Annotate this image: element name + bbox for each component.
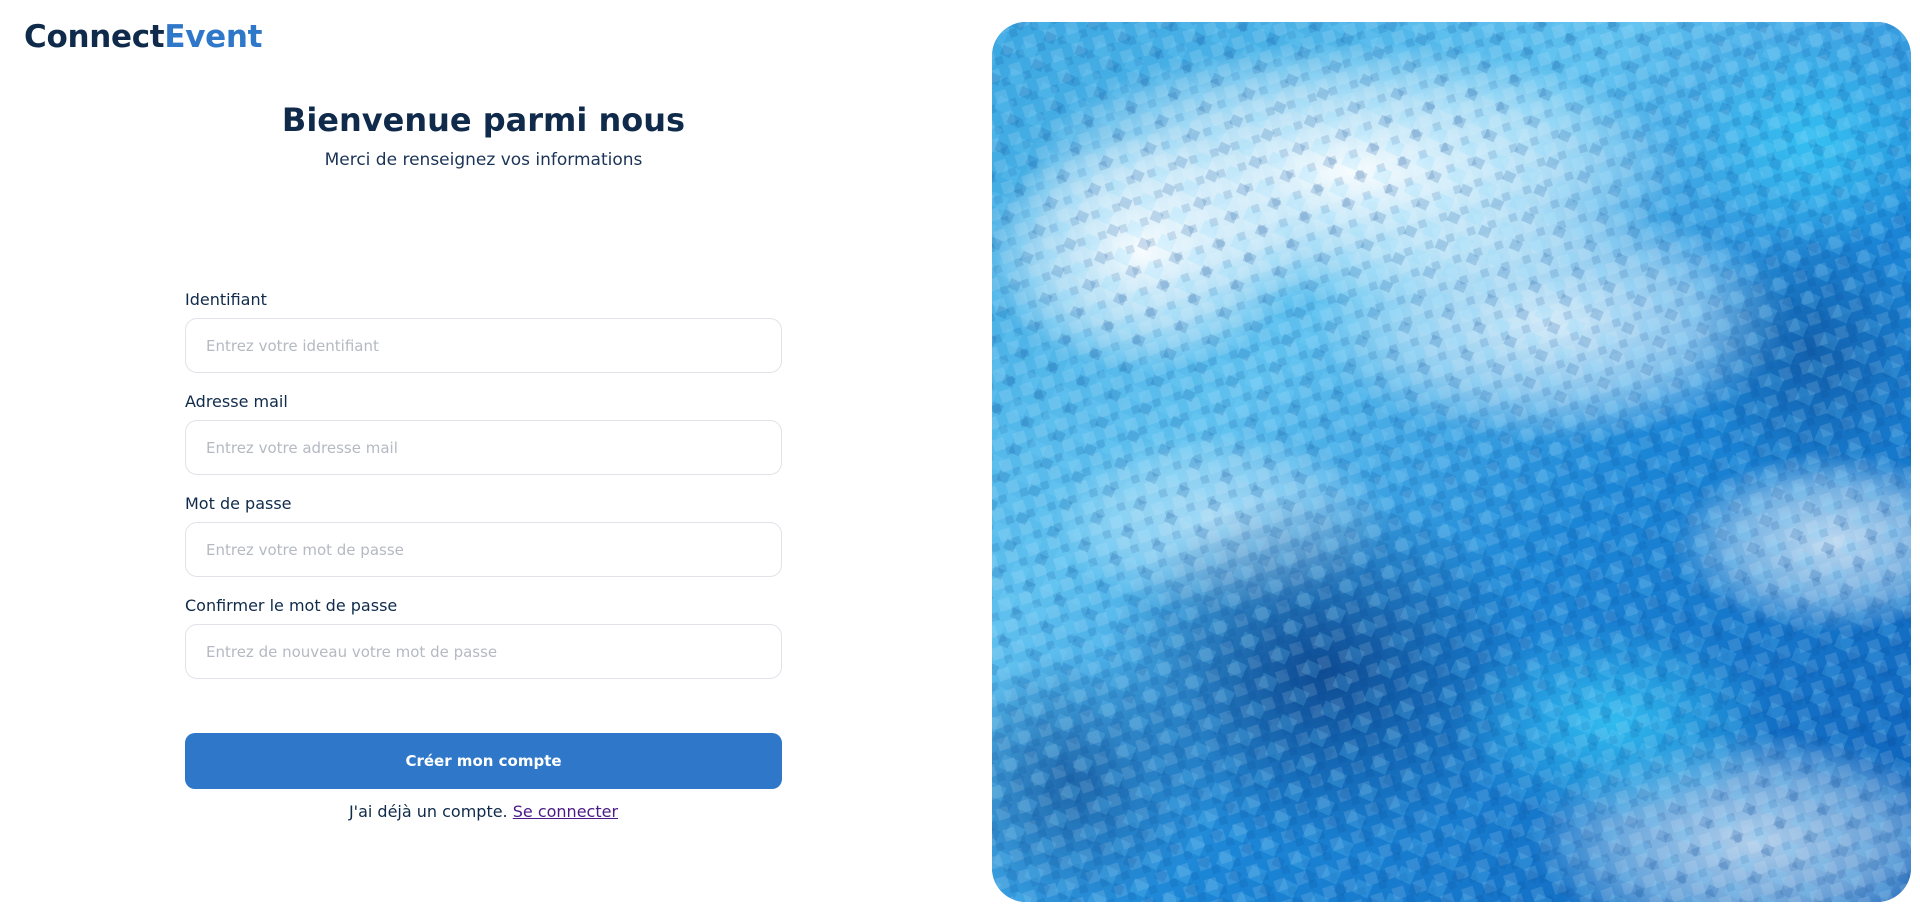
page-subtitle: Merci de renseignez vos informations	[324, 150, 643, 170]
brand-logo-part2: Event	[164, 19, 263, 55]
signup-form: Identifiant Adresse mail Mot de passe Co…	[185, 292, 782, 700]
email-label: Adresse mail	[185, 392, 288, 411]
confirm-password-input[interactable]	[185, 624, 782, 679]
confirm-password-label: Confirmer le mot de passe	[185, 596, 398, 615]
identifier-field-group: Identifiant	[185, 292, 782, 373]
email-field-group: Adresse mail	[185, 394, 782, 475]
page-title: Bienvenue parmi nous	[281, 101, 686, 139]
hero-image	[992, 22, 1911, 902]
create-account-button[interactable]: Créer mon compte	[185, 733, 782, 789]
brand-logo[interactable]: ConnectEvent	[24, 22, 262, 53]
confirm-password-field-group: Confirmer le mot de passe	[185, 598, 782, 679]
password-field-group: Mot de passe	[185, 496, 782, 577]
login-prompt: J'ai déjà un compte. Se connecter	[0, 802, 967, 821]
email-input[interactable]	[185, 420, 782, 475]
identifier-label: Identifiant	[185, 290, 267, 309]
identifier-input[interactable]	[185, 318, 782, 373]
brand-logo-part1: Connect	[24, 19, 165, 55]
login-prompt-text: J'ai déjà un compte.	[348, 802, 508, 821]
password-input[interactable]	[185, 522, 782, 577]
abstract-blue-texture-image	[992, 22, 1911, 902]
password-label: Mot de passe	[185, 494, 292, 513]
signup-page: ConnectEvent Bienvenue parmi nous Merci …	[0, 0, 1920, 918]
login-link[interactable]: Se connecter	[513, 802, 618, 821]
